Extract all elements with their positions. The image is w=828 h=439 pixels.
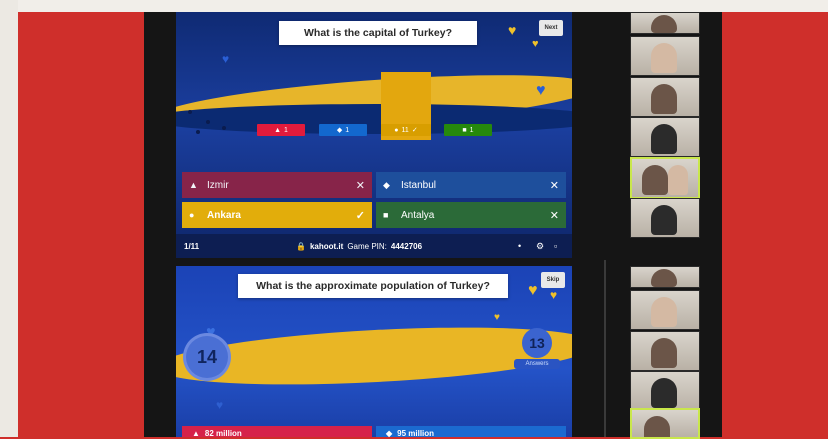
participant-avatar: [642, 165, 668, 195]
participant-video-tile[interactable]: [630, 117, 700, 157]
question-title: What is the approximate population of Tu…: [238, 274, 508, 298]
participant-video-tile[interactable]: [630, 331, 700, 371]
decorative-dot: [196, 130, 200, 134]
circle-icon: ●: [189, 210, 195, 220]
kahoot-question-screen: ♥ ♥ ♥ ♥ ♥ What is the approximate popula…: [176, 266, 572, 437]
cross-icon: ✕: [549, 209, 559, 222]
answer-stat-green: ■ 1: [444, 124, 492, 136]
decorative-dot: [188, 110, 192, 114]
decorative-dot: [222, 126, 226, 130]
participant-video-tile[interactable]: [630, 371, 700, 411]
kahoot-results-screen: ♥ ♥ ♥ ♥ What is the capital of Turkey? N…: [176, 12, 572, 258]
participant-video-tile-speaking[interactable]: [630, 157, 700, 199]
participant-avatar: [651, 378, 677, 408]
participant-avatar: [651, 15, 677, 33]
decorative-wave: [176, 318, 572, 394]
answer-count: 1: [284, 126, 288, 134]
answer-label: Antalya: [401, 209, 435, 221]
heart-icon: ♥: [494, 312, 500, 323]
participant-video-tile[interactable]: [630, 266, 700, 288]
answer-option-istanbul[interactable]: ◆ Istanbul ✕: [376, 172, 566, 198]
answer-label: 95 million: [397, 428, 435, 438]
answer-count: 11: [401, 126, 409, 134]
page-top-edge: [0, 0, 828, 12]
participant-avatar: [644, 416, 670, 437]
cross-icon: ✕: [355, 179, 365, 192]
diamond-icon: ◆: [386, 428, 393, 438]
answer-label: 82 million: [204, 428, 242, 438]
participant-avatar: [668, 165, 688, 195]
game-footer: 1/11 🔒 kahoot.it Game PIN: 4442706 • ⚙ ▫: [176, 234, 572, 258]
answers-label: Answers: [514, 359, 560, 369]
answer-label: Ankara: [207, 209, 241, 221]
participant-avatar: [651, 297, 677, 327]
answer-option-izmir[interactable]: ▲ Izmir ✕: [182, 172, 372, 198]
answer-label: Istanbul: [401, 179, 437, 191]
countdown-timer: 14: [186, 336, 228, 378]
page-left-edge: [0, 0, 18, 437]
participant-avatar: [651, 338, 677, 368]
participant-video-tile[interactable]: [630, 12, 700, 34]
heart-icon: ♥: [532, 38, 539, 50]
heart-icon: ♥: [550, 288, 558, 302]
participant-video-tile[interactable]: [630, 290, 700, 330]
pin-label: Game PIN:: [347, 241, 387, 251]
game-pin: 4442706: [390, 241, 423, 251]
participant-avatar: [651, 43, 677, 73]
answer-count: 1: [469, 126, 474, 134]
settings-icon[interactable]: ⚙: [536, 241, 544, 252]
participant-avatar: [651, 205, 677, 235]
diamond-icon: ◆: [383, 179, 390, 190]
participant-avatar: [651, 84, 677, 114]
triangle-icon: ▲: [192, 428, 200, 438]
answer-stat-blue: ◆ 1: [319, 124, 367, 136]
participant-avatar: [651, 124, 677, 154]
panel-divider: [604, 260, 606, 437]
square-icon: ■: [462, 126, 467, 134]
answer-stat-yellow: ● 11 ✓: [381, 124, 431, 136]
answer-option-blue[interactable]: ◆ 95 million: [376, 426, 566, 437]
heart-icon: ♥: [216, 398, 224, 412]
next-button[interactable]: Next: [539, 20, 563, 36]
heart-icon: ♥: [222, 52, 230, 66]
circle-icon: ●: [394, 126, 399, 134]
triangle-icon: ▲: [274, 126, 282, 134]
fullscreen-icon[interactable]: ▫: [554, 241, 557, 251]
square-icon: ■: [383, 210, 389, 220]
answer-option-ankara[interactable]: ● Ankara ✓: [182, 202, 372, 228]
participant-video-tile[interactable]: [630, 198, 700, 238]
decorative-wave-dark: [176, 104, 572, 134]
participant-video-tile[interactable]: [630, 77, 700, 117]
participant-video-tile[interactable]: [630, 36, 700, 76]
diamond-icon: ◆: [336, 127, 343, 134]
question-counter: 1/11: [184, 241, 200, 251]
game-pin-info: 🔒 kahoot.it Game PIN: 4442706: [296, 242, 422, 251]
triangle-icon: ▲: [189, 180, 198, 190]
question-title: What is the capital of Turkey?: [279, 21, 477, 45]
site-url: kahoot.it: [309, 241, 344, 251]
cross-icon: ✕: [549, 179, 559, 192]
check-icon: ✓: [411, 127, 418, 134]
answer-stat-red: ▲ 1: [257, 124, 305, 136]
answer-option-antalya[interactable]: ■ Antalya ✕: [376, 202, 566, 228]
volume-icon[interactable]: •: [518, 241, 521, 251]
answer-label: Izmir: [207, 179, 229, 191]
answer-option-red[interactable]: ▲ 82 million: [182, 426, 372, 437]
heart-icon: ♥: [508, 22, 517, 38]
decorative-dot: [206, 120, 210, 124]
heart-icon: ♥: [536, 82, 546, 99]
participant-video-tile-speaking[interactable]: [630, 408, 700, 439]
answers-counter: 13: [522, 328, 552, 358]
participant-avatar: [651, 269, 677, 287]
lock-icon: 🔒: [296, 241, 306, 251]
skip-button[interactable]: Skip: [541, 272, 565, 288]
heart-icon: ♥: [528, 282, 538, 299]
check-icon: ✓: [355, 209, 365, 222]
answer-count: 1: [345, 126, 350, 134]
